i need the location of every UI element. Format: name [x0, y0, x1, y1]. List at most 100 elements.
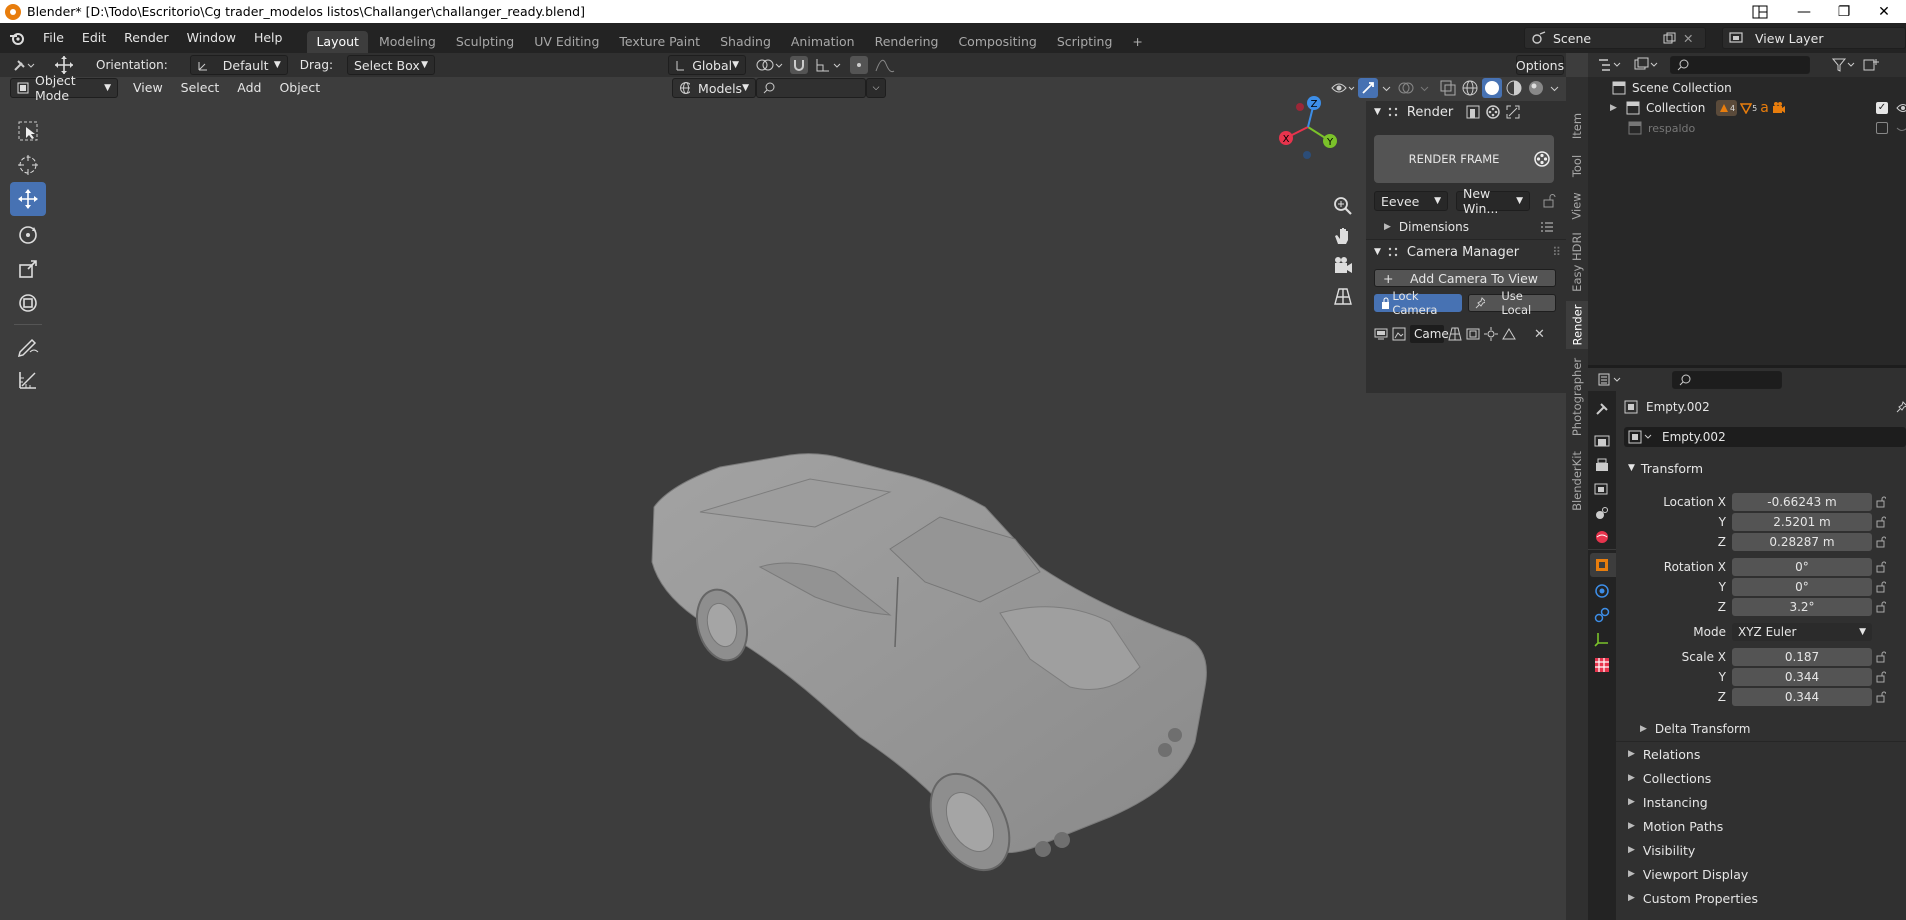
constraint-properties-icon[interactable] [1594, 607, 1610, 623]
dimensions-subpanel-header[interactable]: ▶ Dimensions [1384, 217, 1554, 237]
unlock-icon[interactable] [1542, 194, 1556, 208]
object-type-icon[interactable] [1628, 430, 1654, 444]
orientation-dropdown[interactable]: Default ▼ [189, 55, 288, 75]
drag-dropdown[interactable]: Select Box ▼ [346, 55, 435, 75]
outliner-editor-icon[interactable] [1598, 57, 1624, 73]
lock-rotation-z-icon[interactable] [1876, 601, 1886, 613]
zoom-magnifier-icon[interactable] [1332, 195, 1354, 217]
xray-toggle-icon[interactable] [1438, 78, 1458, 98]
properties-search-input[interactable] [1672, 371, 1782, 389]
properties-editor-icon[interactable] [1598, 372, 1624, 388]
add-camera-button[interactable]: + Add Camera To View [1374, 269, 1556, 287]
3d-viewport[interactable]: Object Mode ▼ View Select Add Object Mod… [0, 73, 1566, 920]
camera-name-field[interactable]: Came [1410, 325, 1449, 343]
gizmo-neg-x[interactable] [1296, 103, 1304, 111]
lock-scale-z-icon[interactable] [1876, 691, 1886, 703]
frame-icon[interactable] [1466, 327, 1480, 341]
texture-properties-icon[interactable] [1594, 657, 1610, 673]
material-preview-icon[interactable] [1504, 78, 1524, 98]
scale-tool[interactable] [10, 252, 46, 286]
render-properties-icon[interactable] [1594, 433, 1610, 449]
display-mode-icon[interactable] [1634, 57, 1660, 73]
cursor-tool[interactable] [10, 148, 46, 182]
gizmo-neg-z[interactable] [1303, 151, 1311, 159]
pin-icon[interactable] [1896, 401, 1906, 413]
proportional-edit-icon[interactable] [850, 56, 868, 74]
outliner-search-input[interactable] [1670, 56, 1810, 74]
tab-render[interactable]: Render [1566, 301, 1588, 349]
chevron-right-icon[interactable]: ▶ [1610, 103, 1624, 113]
tab-shading[interactable]: Shading [711, 31, 780, 53]
window-layout-icon[interactable] [1738, 0, 1782, 23]
copy-scene-icon[interactable] [1663, 32, 1677, 44]
search-options-dropdown[interactable]: ⌵ [866, 78, 886, 98]
tab-easy-hdri[interactable]: Easy HDRI [1566, 227, 1588, 297]
view-layer-properties-icon[interactable] [1594, 481, 1610, 497]
tab-texture-paint[interactable]: Texture Paint [610, 31, 709, 53]
blender-menu-icon[interactable] [8, 29, 26, 47]
object-mode-dropdown[interactable]: Object Mode ▼ [10, 73, 118, 103]
show-gizmo-icon[interactable] [1358, 78, 1378, 98]
scene-collection-row[interactable]: Scene Collection [1612, 79, 1732, 97]
object-properties-tab[interactable] [1590, 553, 1616, 577]
navigation-gizmo[interactable]: Y X Z [1274, 93, 1342, 161]
tab-compositing[interactable]: Compositing [949, 31, 1045, 53]
annotate-tool[interactable] [10, 329, 46, 363]
object-group-icon[interactable]: 4 [1716, 100, 1738, 116]
menu-render[interactable]: Render [115, 23, 178, 53]
falloff-curve-icon[interactable] [874, 56, 896, 74]
tab-rendering[interactable]: Rendering [866, 31, 948, 53]
lock-location-z-icon[interactable] [1876, 536, 1886, 548]
wireframe-shading-icon[interactable] [1460, 78, 1480, 98]
editor-type-icon[interactable] [12, 57, 38, 73]
film-reel-icon[interactable] [1485, 104, 1501, 120]
viewport-menu-select[interactable]: Select [172, 77, 229, 99]
location-x-field[interactable]: -0.66243 m [1732, 493, 1872, 511]
new-collection-icon[interactable] [1862, 57, 1882, 73]
collections-section[interactable]: ▶ Collections [1628, 767, 1711, 789]
pan-hand-icon[interactable] [1332, 225, 1354, 247]
respaldo-row[interactable]: respaldo [1628, 118, 1906, 138]
tab-tool[interactable]: Tool [1566, 147, 1588, 185]
object-name-field[interactable]: Empty.002 [1624, 427, 1906, 447]
viewport-search-input[interactable] [756, 78, 866, 98]
mesh-group-icon[interactable]: 5 [1740, 100, 1757, 116]
location-z-field[interactable]: 0.28287 m [1732, 533, 1872, 551]
delta-transform-header[interactable]: ▶ Delta Transform [1640, 719, 1750, 739]
tab-blenderkit[interactable]: BlenderKit [1566, 445, 1588, 517]
lock-camera-toggle[interactable]: Lock Camera [1374, 289, 1462, 317]
car-model-mesh[interactable] [640, 367, 1220, 897]
tab-animation[interactable]: Animation [782, 31, 864, 53]
models-dropdown[interactable]: Models ▼ [672, 78, 756, 98]
visibility-section[interactable]: ▶ Visibility [1628, 839, 1695, 861]
list-icon[interactable] [1540, 221, 1554, 233]
eye-visibility-icon[interactable] [1896, 102, 1906, 114]
scene-selector[interactable]: Scene ✕ [1524, 27, 1706, 49]
minimize-button[interactable]: — [1782, 0, 1826, 23]
tab-sculpting[interactable]: Sculpting [447, 31, 523, 53]
respaldo-include-checkbox[interactable] [1876, 122, 1888, 134]
lock-rotation-x-icon[interactable] [1876, 561, 1886, 573]
world-properties-icon[interactable] [1594, 529, 1610, 545]
tab-uv-editing[interactable]: UV Editing [525, 31, 608, 53]
motion-paths-section[interactable]: ▶ Motion Paths [1628, 815, 1723, 837]
show-overlays-icon[interactable] [1396, 78, 1416, 98]
collection-include-checkbox[interactable]: ✓ [1876, 102, 1888, 114]
render-frame-button[interactable]: RENDER FRAME [1374, 135, 1554, 183]
shading-options-icon[interactable] [1548, 78, 1562, 98]
viewport-display-section[interactable]: ▶ Viewport Display [1628, 863, 1748, 885]
location-y-field[interactable]: 2.5201 m [1732, 513, 1872, 531]
collection-row[interactable]: ▶ Collection 4 5 a ✓ [1610, 98, 1906, 118]
rotate-tool[interactable] [10, 218, 46, 252]
render-settings-icon[interactable] [1465, 104, 1481, 120]
snap-magnet-icon[interactable] [790, 56, 808, 74]
move-tool[interactable] [10, 182, 46, 216]
tab-view[interactable]: View [1566, 187, 1588, 225]
transform-orientation-dropdown[interactable]: Global ▼ [668, 55, 746, 75]
menu-edit[interactable]: Edit [73, 23, 115, 53]
transform-tool[interactable] [10, 286, 46, 320]
eye-hidden-icon[interactable] [1896, 122, 1906, 134]
gizmo-options-icon[interactable] [1380, 78, 1394, 98]
light-icon[interactable] [1484, 327, 1498, 341]
menu-window[interactable]: Window [178, 23, 245, 53]
